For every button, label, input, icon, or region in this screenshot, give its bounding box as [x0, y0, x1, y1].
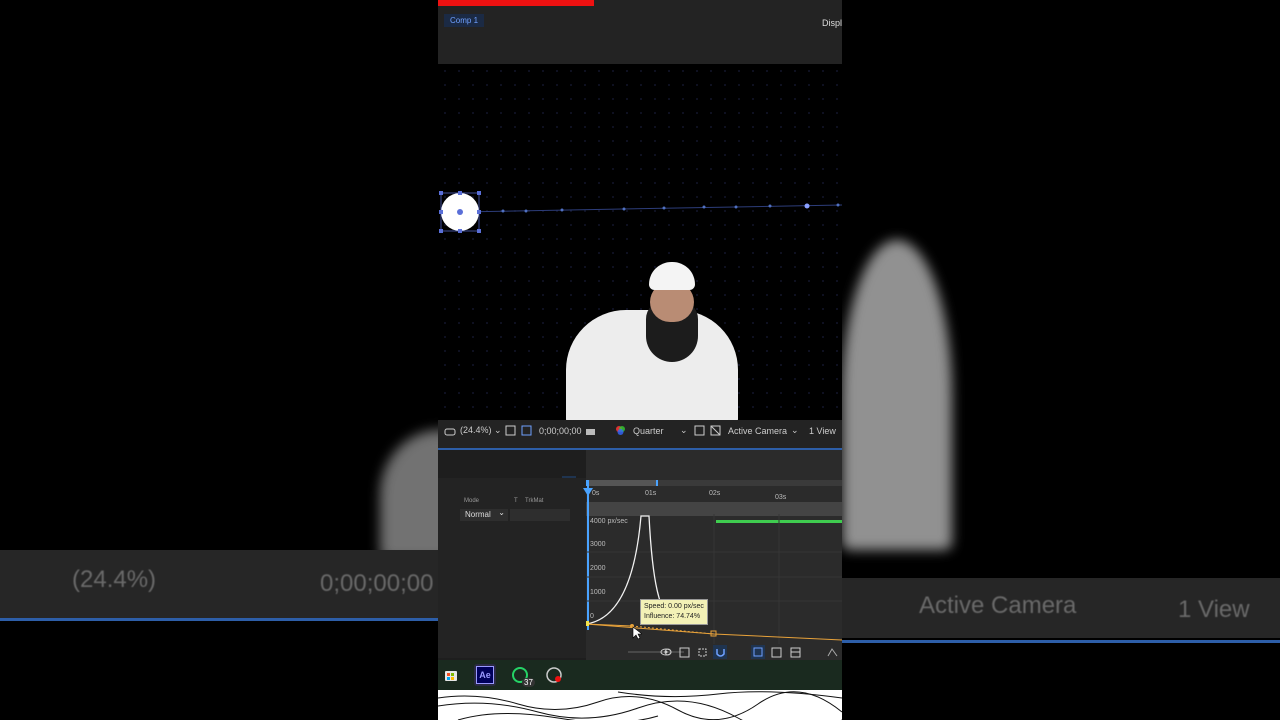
transparency-grid-icon[interactable] — [693, 424, 705, 436]
camera-dropdown[interactable]: Active Camera — [728, 426, 787, 436]
snap-icon[interactable] — [713, 645, 727, 659]
easy-ease-icon[interactable] — [826, 646, 838, 658]
camera-chevron-icon: ⌄ — [791, 425, 799, 435]
after-effects-label: Ae — [476, 666, 494, 684]
playhead-handle-icon[interactable] — [583, 488, 593, 496]
trkmat-column-header: TrkMat — [525, 498, 544, 504]
timeline-panel: Mode T TrkMat Normal ⌄ 0s 01s 02s 03s 40… — [438, 450, 842, 660]
after-effects-app-icon[interactable]: Ae — [474, 664, 496, 686]
blend-mode-chevron-icon: ⌄ — [498, 508, 505, 517]
trkmat-box[interactable] — [510, 509, 570, 521]
graph-toolbar — [586, 644, 842, 660]
time-ruler[interactable]: 0s 01s 02s 03s — [586, 488, 842, 502]
background-person-right — [842, 240, 952, 550]
ruler-tick-0: 0s — [592, 490, 600, 497]
circle-layer[interactable] — [438, 188, 486, 236]
view-options-icon[interactable] — [444, 426, 456, 438]
composition-tab[interactable]: Comp 1 — [444, 14, 485, 27]
background-accent-line-right — [842, 640, 1280, 643]
composition-header: Comp 1 Displ — [438, 0, 842, 64]
blend-mode-value: Normal — [465, 510, 491, 519]
background-camera-text: Active Camera — [919, 592, 1077, 619]
separate-dimensions-icon[interactable] — [789, 646, 801, 658]
resolution-chevron-icon: ⌄ — [680, 425, 688, 435]
fit-all-icon[interactable] — [770, 646, 782, 658]
region-icon[interactable] — [520, 424, 532, 436]
whatsapp-badge: 37 — [522, 678, 535, 687]
influence-tooltip: Speed: 0.00 px/sec Influence: 74.74% — [640, 599, 708, 625]
t-column-header: T — [514, 498, 518, 504]
work-area-range[interactable] — [586, 480, 658, 486]
y-label-3000: 3000 — [590, 541, 606, 548]
layer-panel: Mode T TrkMat Normal ⌄ — [438, 478, 586, 658]
mode-column-header: Mode — [464, 498, 480, 504]
camera-snapshot-icon[interactable] — [584, 425, 596, 437]
background-blur-right: Active Camera 1 View — [842, 0, 1280, 720]
y-label-1000: 1000 — [590, 589, 606, 596]
blend-mode-dropdown[interactable]: Normal ⌄ — [460, 508, 508, 521]
ruler-tick-1: 01s — [645, 490, 657, 497]
show-properties-icon[interactable] — [660, 646, 672, 658]
resolution-dropdown[interactable]: Quarter — [633, 426, 664, 436]
topographic-artwork — [438, 690, 842, 720]
viewer-controls: (24.4%) ⌄ 0;00;00;00 Quarter ⌄ Active Ca… — [438, 420, 842, 450]
zoom-dropdown[interactable]: (24.4%) — [460, 425, 492, 435]
tooltip-speed: Speed: 0.00 px/sec — [644, 603, 704, 610]
channel-icon[interactable] — [614, 424, 626, 436]
app-frame: Comp 1 Displ (24.4%) ⌄ 0;00;00;00 Quarte… — [438, 0, 842, 720]
background-blur-left: (24.4%) 0;00;00;00 — [0, 0, 438, 720]
tooltip-influence: Influence: 74.74% — [644, 613, 701, 620]
mask-visibility-icon[interactable] — [709, 424, 721, 436]
y-label-0: 0 — [590, 613, 594, 620]
zoom-slider-icon[interactable] — [626, 648, 686, 656]
store-icon[interactable] — [442, 666, 460, 684]
recorder-icon[interactable] — [544, 665, 564, 685]
background-zoom-text: (24.4%) — [72, 566, 157, 593]
timecode-display[interactable]: 0;00;00;00 — [539, 426, 582, 436]
motion-path — [459, 203, 842, 213]
y-label-4000: 4000 px/sec — [590, 518, 628, 525]
y-label-2000: 2000 — [590, 565, 606, 572]
ruler-tick-3: 03s — [775, 494, 787, 501]
background-views-text: 1 View — [1178, 596, 1250, 623]
work-area-bar[interactable] — [586, 480, 842, 486]
transform-box-icon[interactable] — [696, 646, 708, 658]
fit-icon[interactable] — [504, 424, 516, 436]
taskbar: Ae 37 — [438, 660, 842, 690]
recording-bar — [438, 0, 594, 6]
display-label: Displ — [821, 18, 842, 28]
ruler-tick-2: 02s — [709, 490, 721, 497]
mouse-cursor-icon — [632, 626, 642, 640]
background-timecode-text: 0;00;00;00 — [320, 570, 434, 597]
background-accent-line-left — [0, 618, 438, 621]
view-layout-dropdown[interactable]: 1 View — [809, 426, 836, 436]
zoom-chevron-icon: ⌄ — [494, 425, 502, 435]
background-person-left — [380, 430, 438, 560]
graph-type-icon[interactable] — [678, 646, 690, 658]
fit-selection-icon[interactable] — [751, 645, 765, 659]
speed-graph[interactable] — [586, 514, 842, 644]
